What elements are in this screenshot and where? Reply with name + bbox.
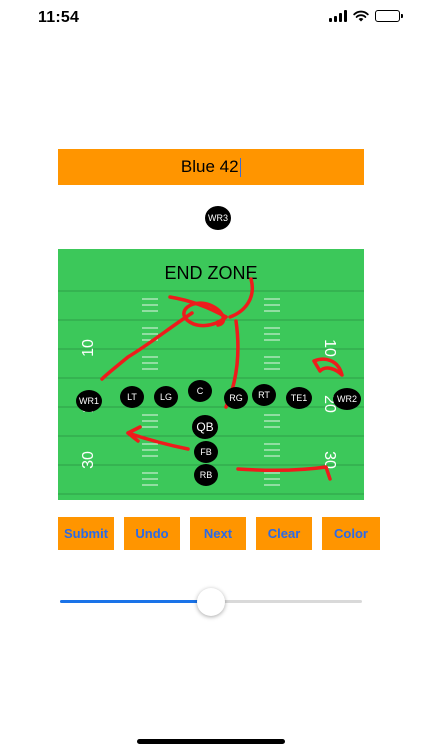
signal-icon xyxy=(329,10,347,22)
status-time: 11:54 xyxy=(38,9,80,26)
player-wr2[interactable]: WR2 xyxy=(333,388,361,410)
player-rg[interactable]: RG xyxy=(224,387,248,409)
player-rb[interactable]: RB xyxy=(194,464,218,486)
status-bar: 11:54 ⚡ xyxy=(0,0,422,40)
slider-fill xyxy=(60,600,211,603)
football-field[interactable]: END ZONE 10 20 30 10 20 30 WR1 LT LG C R… xyxy=(58,249,364,500)
player-lt[interactable]: LT xyxy=(120,386,144,408)
player-wr1[interactable]: WR1 xyxy=(76,390,102,412)
player-te1[interactable]: TE1 xyxy=(286,387,312,409)
play-name-text: Blue 42 xyxy=(180,157,239,176)
next-button[interactable]: Next xyxy=(190,517,246,550)
battery-icon: ⚡ xyxy=(375,10,403,22)
player-rt[interactable]: RT xyxy=(252,384,276,406)
player-c[interactable]: C xyxy=(188,380,212,402)
size-slider[interactable] xyxy=(60,588,362,616)
player-fb[interactable]: FB xyxy=(194,441,218,463)
player-wr3[interactable]: WR3 xyxy=(205,206,231,230)
action-buttons: Submit Undo Next Clear Color xyxy=(58,517,380,550)
text-cursor xyxy=(239,157,242,177)
play-drawing xyxy=(100,277,344,481)
player-qb[interactable]: QB xyxy=(192,415,218,439)
wifi-icon xyxy=(353,10,369,22)
status-icons: ⚡ xyxy=(329,10,403,22)
play-name-input[interactable]: Blue 42 xyxy=(58,149,364,185)
undo-button[interactable]: Undo xyxy=(124,517,180,550)
player-lg[interactable]: LG xyxy=(154,386,178,408)
home-indicator[interactable] xyxy=(137,739,285,744)
submit-button[interactable]: Submit xyxy=(58,517,114,550)
color-button[interactable]: Color xyxy=(322,517,380,550)
slider-thumb[interactable] xyxy=(197,588,225,616)
clear-button[interactable]: Clear xyxy=(256,517,312,550)
